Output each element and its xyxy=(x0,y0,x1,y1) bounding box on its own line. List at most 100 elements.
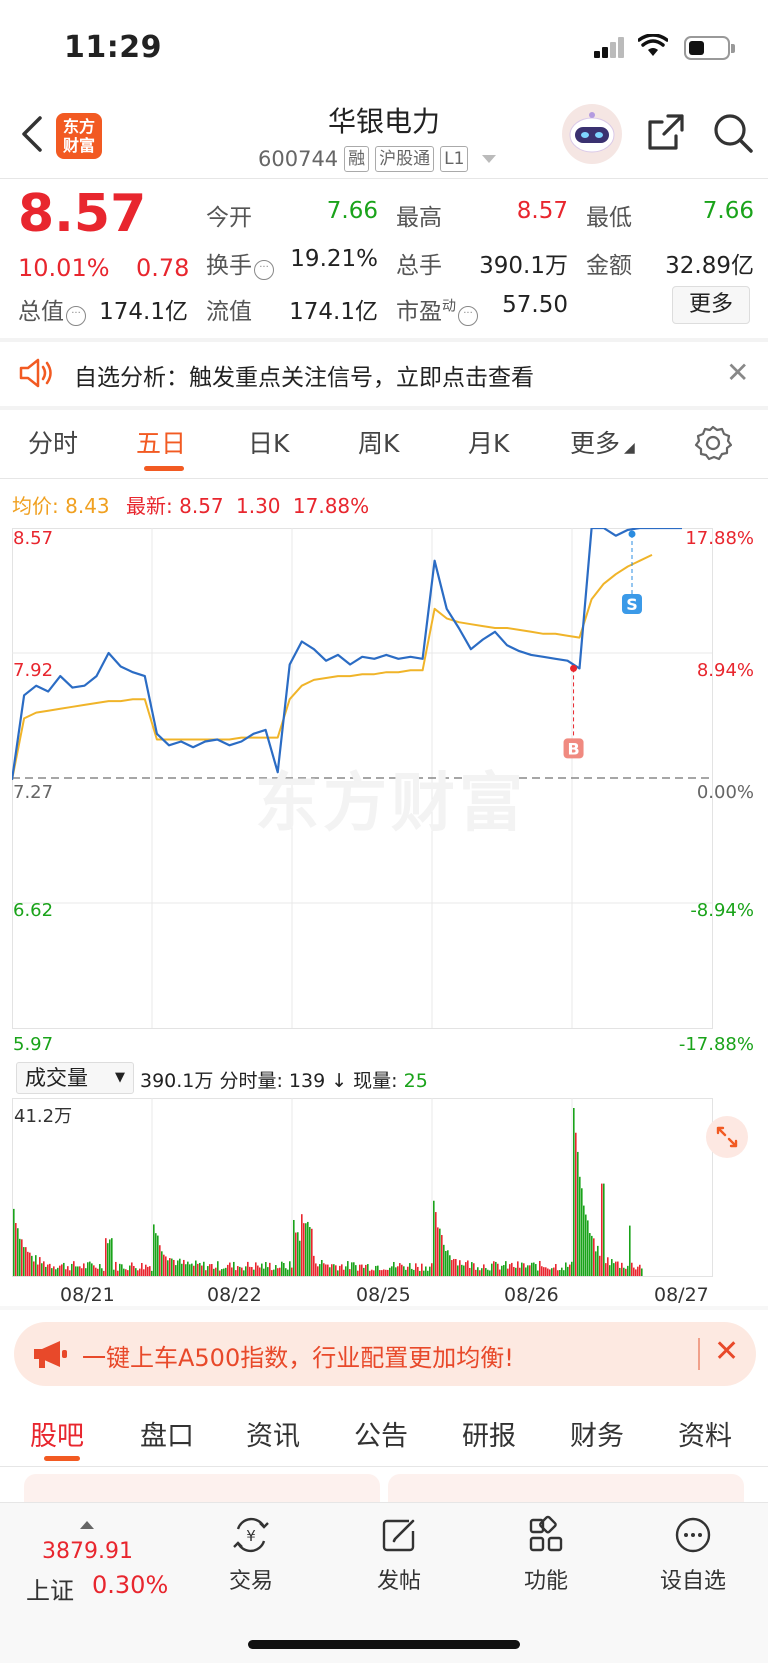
volume-bar xyxy=(433,1200,435,1276)
volume-bar xyxy=(231,1267,233,1276)
nav-add-watchlist[interactable]: 设自选 xyxy=(638,1515,748,1595)
volume-info: 390.1万 分时量: 139 ↓ 现量: 25 xyxy=(140,1070,428,1092)
card-peek xyxy=(24,1474,380,1502)
tab-profile[interactable]: 资料 xyxy=(678,1414,732,1453)
tab-monthly-k[interactable]: 月K xyxy=(468,424,509,460)
volume-bar xyxy=(229,1262,231,1276)
volume-bar xyxy=(633,1267,635,1276)
settings-gear-icon[interactable] xyxy=(694,424,732,462)
nav-post[interactable]: 发帖 xyxy=(344,1515,454,1595)
volume-bar xyxy=(541,1266,543,1276)
volume-bar xyxy=(377,1265,379,1276)
y-tick-left: 5.97 xyxy=(13,1034,54,1055)
volume-bar xyxy=(623,1267,625,1276)
svg-text:¥: ¥ xyxy=(246,1527,256,1545)
low-label: 最低 xyxy=(586,205,632,231)
tab-orderbook[interactable]: 盘口 xyxy=(140,1414,194,1453)
volume-bar xyxy=(463,1265,465,1276)
index-name[interactable]: 上证 xyxy=(26,1571,74,1606)
volume-bar xyxy=(99,1264,101,1276)
volume-bar xyxy=(227,1264,229,1276)
tab-announcements[interactable]: 公告 xyxy=(354,1414,408,1453)
volume-bar xyxy=(631,1262,633,1276)
mktcap-label: 总值 ··· xyxy=(18,292,86,326)
more-quote-button[interactable]: 更多 xyxy=(672,286,750,324)
tag-level: L1 xyxy=(440,146,469,172)
nav-trade[interactable]: ¥ 交易 xyxy=(196,1515,306,1595)
volume-bar xyxy=(621,1262,623,1276)
tab-more[interactable]: 更多 ◢ xyxy=(570,424,635,460)
volume-bar xyxy=(589,1233,591,1276)
banner-text: 一键上车A500指数，行业配置更加均衡! xyxy=(82,1344,514,1372)
tab-five-day[interactable]: 五日 xyxy=(136,424,186,460)
x-tick: 08/21 xyxy=(60,1284,115,1306)
caret-up-icon[interactable] xyxy=(80,1521,94,1529)
volume-bar xyxy=(275,1265,277,1276)
volume-bar xyxy=(353,1262,355,1276)
volume-bar xyxy=(531,1262,533,1276)
volume-bar xyxy=(241,1267,243,1276)
promo-banner[interactable]: 一键上车A500指数，行业配置更加均衡! ✕ xyxy=(14,1322,756,1386)
volume-bar xyxy=(319,1264,321,1276)
tab-weekly-k[interactable]: 周K xyxy=(358,424,399,460)
volume-bar xyxy=(357,1270,359,1276)
volume-bar xyxy=(197,1263,199,1276)
volume-bar xyxy=(639,1264,641,1276)
y-tick-right: 17.88% xyxy=(685,528,754,549)
share-icon[interactable] xyxy=(646,112,686,152)
volume-bar xyxy=(207,1266,209,1276)
more-circle-icon xyxy=(675,1517,711,1553)
volume-bar xyxy=(91,1263,93,1276)
volume-bar xyxy=(601,1183,603,1276)
volume-bar xyxy=(605,1263,607,1276)
info-dots-icon[interactable]: ··· xyxy=(458,306,478,326)
volume-bar xyxy=(453,1258,455,1276)
tab-finance[interactable]: 财务 xyxy=(570,1414,624,1453)
volume-bar xyxy=(101,1268,103,1276)
close-icon[interactable]: ✕ xyxy=(714,1334,739,1369)
tab-guba[interactable]: 股吧 xyxy=(30,1414,84,1453)
volume-bar xyxy=(25,1247,27,1276)
search-icon[interactable] xyxy=(712,112,754,154)
volume-bar xyxy=(213,1268,215,1276)
volume-bar xyxy=(155,1233,157,1276)
tab-research[interactable]: 研报 xyxy=(462,1414,516,1453)
volume-bar xyxy=(151,1270,153,1276)
volume-bar xyxy=(119,1263,121,1276)
marker-s-label: S xyxy=(626,595,638,614)
alert-text[interactable]: 自选分析：触发重点关注信号，立即点击查看 xyxy=(74,358,534,392)
close-icon[interactable]: ✕ xyxy=(726,356,749,389)
expand-icon[interactable] xyxy=(706,1116,748,1158)
volume-bar xyxy=(387,1269,389,1276)
info-dots-icon[interactable]: ··· xyxy=(254,260,274,280)
volume-bar xyxy=(247,1261,249,1276)
tab-news[interactable]: 资讯 xyxy=(246,1414,300,1453)
volume-bar xyxy=(27,1251,29,1276)
index-percent[interactable]: 0.30% xyxy=(92,1571,168,1599)
stock-code-row[interactable]: 600744 融 沪股通 L1 xyxy=(258,146,497,172)
volume-bar xyxy=(195,1260,197,1276)
volume-bar xyxy=(535,1264,537,1276)
tab-intraday[interactable]: 分时 xyxy=(28,424,78,460)
indicator-select[interactable]: 成交量 ▼ xyxy=(16,1062,134,1094)
volume-bar xyxy=(375,1265,377,1276)
volume-bar xyxy=(265,1262,267,1276)
volume-bar xyxy=(277,1268,279,1276)
volume-bar xyxy=(445,1251,447,1276)
volume-bar xyxy=(489,1270,491,1276)
volume-bar xyxy=(189,1264,191,1276)
info-dots-icon[interactable]: ··· xyxy=(66,306,86,326)
nav-functions[interactable]: 功能 xyxy=(491,1515,601,1595)
volume-bar xyxy=(449,1255,451,1276)
volume-bar xyxy=(293,1219,295,1276)
tab-daily-k[interactable]: 日K xyxy=(248,424,289,460)
volume-bar xyxy=(89,1261,91,1276)
volume-bar xyxy=(125,1269,127,1276)
ai-assistant-avatar[interactable] xyxy=(562,104,622,164)
volume-bar xyxy=(337,1270,339,1276)
index-value[interactable]: 3879.91 xyxy=(42,1539,133,1564)
volume-bar xyxy=(141,1262,143,1276)
volume-bar xyxy=(403,1266,405,1276)
volume-bar xyxy=(413,1269,415,1276)
open-value: 7.66 xyxy=(326,198,378,224)
